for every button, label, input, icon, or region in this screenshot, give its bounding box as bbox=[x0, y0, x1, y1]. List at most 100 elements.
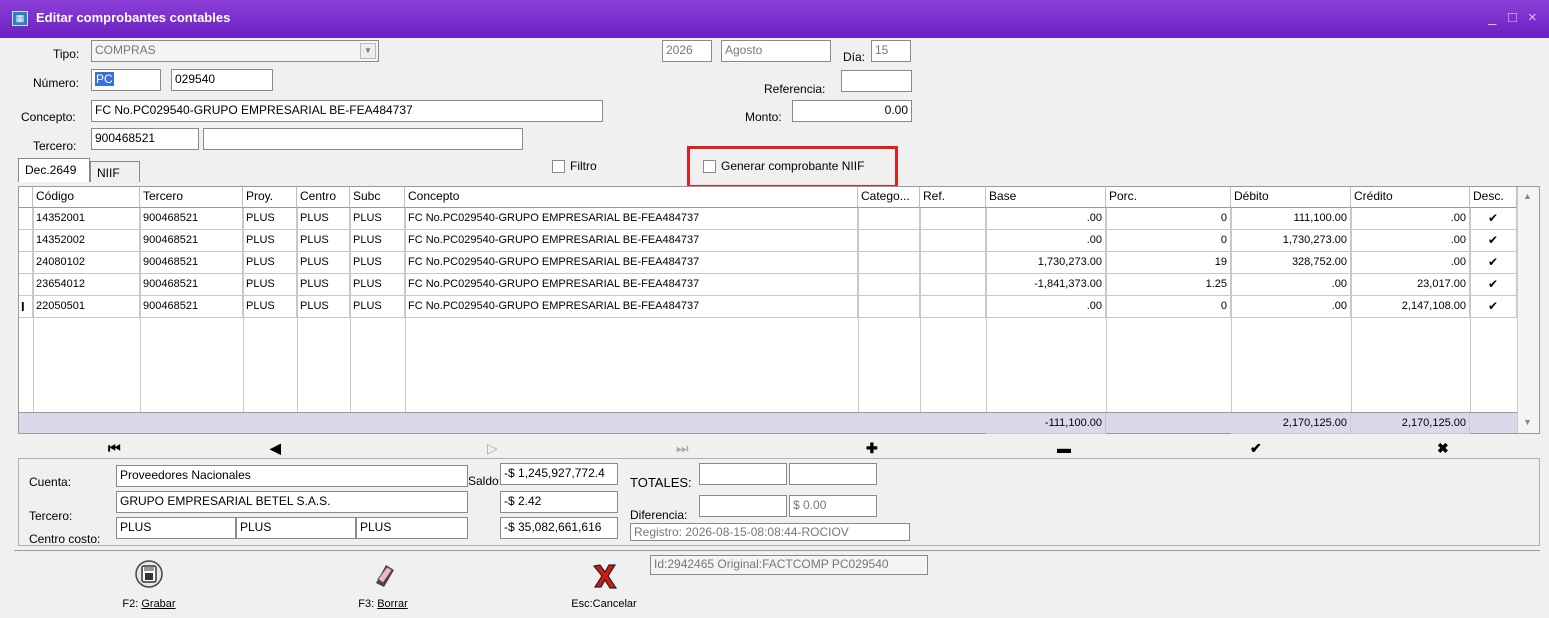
dia-field[interactable]: 15 bbox=[871, 40, 911, 62]
cell-desc-checkbox[interactable]: ✔ bbox=[1470, 296, 1517, 318]
cell-porc[interactable]: 19 bbox=[1106, 252, 1231, 274]
cell-subc[interactable]: PLUS bbox=[350, 230, 405, 252]
chevron-down-icon[interactable]: ▼ bbox=[360, 43, 376, 59]
cell-base[interactable]: .00 bbox=[986, 208, 1106, 230]
cell-codigo[interactable]: 23654012 bbox=[33, 274, 140, 296]
cell-tercero[interactable]: 900468521 bbox=[140, 296, 243, 318]
cell-subc[interactable]: PLUS bbox=[350, 252, 405, 274]
cell-base[interactable]: 1,730,273.00 bbox=[986, 252, 1106, 274]
header-categoria[interactable]: Catego... bbox=[858, 187, 920, 208]
cell-ref[interactable] bbox=[920, 252, 986, 274]
maximize-button[interactable]: □ bbox=[1508, 9, 1517, 26]
year-field[interactable]: 2026 bbox=[662, 40, 712, 62]
cell-desc-checkbox[interactable]: ✔ bbox=[1470, 274, 1517, 296]
cell-centro[interactable]: PLUS bbox=[297, 208, 350, 230]
cell-desc-checkbox[interactable]: ✔ bbox=[1470, 252, 1517, 274]
cell-concepto[interactable]: FC No.PC029540-GRUPO EMPRESARIAL BE-FEA4… bbox=[405, 274, 858, 296]
cell-ref[interactable] bbox=[920, 230, 986, 252]
monto-field[interactable]: 0.00 bbox=[792, 100, 912, 122]
cell-proy[interactable]: PLUS bbox=[243, 252, 297, 274]
scroll-up-icon[interactable]: ▲ bbox=[1523, 191, 1532, 201]
cell-codigo[interactable]: 14352002 bbox=[33, 230, 140, 252]
cell-centro[interactable]: PLUS bbox=[297, 230, 350, 252]
cell-credito[interactable]: 23,017.00 bbox=[1351, 274, 1470, 296]
close-button[interactable]: × bbox=[1528, 9, 1537, 26]
cell-subc[interactable]: PLUS bbox=[350, 208, 405, 230]
cell-subc[interactable]: PLUS bbox=[350, 274, 405, 296]
cell-porc[interactable]: 0 bbox=[1106, 208, 1231, 230]
cell-categoria[interactable] bbox=[858, 230, 920, 252]
tipo-select[interactable]: COMPRAS ▼ bbox=[91, 40, 379, 62]
cell-proy[interactable]: PLUS bbox=[243, 296, 297, 318]
header-subc[interactable]: Subc bbox=[350, 187, 405, 208]
cell-tercero[interactable]: 900468521 bbox=[140, 208, 243, 230]
header-debito[interactable]: Débito bbox=[1231, 187, 1351, 208]
concepto-field[interactable]: FC No.PC029540-GRUPO EMPRESARIAL BE-FEA4… bbox=[91, 100, 603, 122]
cell-proy[interactable]: PLUS bbox=[243, 274, 297, 296]
cell-categoria[interactable] bbox=[858, 296, 920, 318]
row-selector[interactable]: I bbox=[19, 296, 33, 318]
cell-ref[interactable] bbox=[920, 296, 986, 318]
numero-field[interactable]: 029540 bbox=[171, 69, 273, 91]
cancel-record-icon[interactable]: ✖ bbox=[1437, 440, 1449, 457]
cell-tercero[interactable]: 900468521 bbox=[140, 274, 243, 296]
tab-dec2649[interactable]: Dec.2649 bbox=[18, 158, 90, 182]
cell-tercero[interactable]: 900468521 bbox=[140, 230, 243, 252]
scroll-down-icon[interactable]: ▼ bbox=[1523, 417, 1532, 427]
cell-base[interactable]: .00 bbox=[986, 230, 1106, 252]
grid-scrollbar[interactable]: ▲ ▼ bbox=[1517, 187, 1539, 433]
tercero-name-field[interactable] bbox=[203, 128, 523, 150]
next-record-icon[interactable]: ▷ bbox=[487, 440, 498, 457]
cell-proy[interactable]: PLUS bbox=[243, 230, 297, 252]
entries-grid[interactable]: Código Tercero Proy. Centro Subc Concept… bbox=[18, 186, 1540, 434]
cell-centro[interactable]: PLUS bbox=[297, 274, 350, 296]
cell-tercero[interactable]: 900468521 bbox=[140, 252, 243, 274]
header-concepto[interactable]: Concepto bbox=[405, 187, 858, 208]
cell-debito[interactable]: .00 bbox=[1231, 296, 1351, 318]
header-credito[interactable]: Crédito bbox=[1351, 187, 1470, 208]
cell-ref[interactable] bbox=[920, 274, 986, 296]
cell-codigo[interactable]: 24080102 bbox=[33, 252, 140, 274]
header-tercero[interactable]: Tercero bbox=[140, 187, 243, 208]
header-porc[interactable]: Porc. bbox=[1106, 187, 1231, 208]
header-base[interactable]: Base bbox=[986, 187, 1106, 208]
cell-proy[interactable]: PLUS bbox=[243, 208, 297, 230]
header-codigo[interactable]: Código bbox=[33, 187, 140, 208]
cell-porc[interactable]: 0 bbox=[1106, 230, 1231, 252]
row-selector[interactable] bbox=[19, 274, 33, 296]
month-field[interactable]: Agosto bbox=[721, 40, 831, 62]
cell-centro[interactable]: PLUS bbox=[297, 252, 350, 274]
header-ref[interactable]: Ref. bbox=[920, 187, 986, 208]
numero-prefix-field[interactable]: PC bbox=[91, 69, 161, 91]
cell-categoria[interactable] bbox=[858, 252, 920, 274]
header-centro[interactable]: Centro bbox=[297, 187, 350, 208]
cell-base[interactable]: -1,841,373.00 bbox=[986, 274, 1106, 296]
row-selector[interactable] bbox=[19, 252, 33, 274]
tab-niif[interactable]: NIIF bbox=[90, 161, 140, 182]
last-record-icon[interactable]: ⏭ bbox=[676, 440, 689, 457]
cell-desc-checkbox[interactable]: ✔ bbox=[1470, 208, 1517, 230]
minimize-button[interactable]: _ bbox=[1488, 9, 1496, 26]
cell-concepto[interactable]: FC No.PC029540-GRUPO EMPRESARIAL BE-FEA4… bbox=[405, 208, 858, 230]
cell-credito[interactable]: .00 bbox=[1351, 208, 1470, 230]
cell-base[interactable]: .00 bbox=[986, 296, 1106, 318]
cell-porc[interactable]: 1.25 bbox=[1106, 274, 1231, 296]
cell-categoria[interactable] bbox=[858, 274, 920, 296]
cell-credito[interactable]: .00 bbox=[1351, 252, 1470, 274]
grabar-button[interactable]: F2: Grabar bbox=[114, 559, 184, 610]
cell-ref[interactable] bbox=[920, 208, 986, 230]
cancelar-button[interactable]: Esc:Cancelar bbox=[564, 561, 644, 610]
cell-debito[interactable]: 328,752.00 bbox=[1231, 252, 1351, 274]
cell-credito[interactable]: 2,147,108.00 bbox=[1351, 296, 1470, 318]
cell-centro[interactable]: PLUS bbox=[297, 296, 350, 318]
tercero-field[interactable]: 900468521 bbox=[91, 128, 199, 150]
cell-debito[interactable]: .00 bbox=[1231, 274, 1351, 296]
remove-record-icon[interactable]: ▬ bbox=[1057, 440, 1071, 456]
add-record-icon[interactable]: ✚ bbox=[866, 440, 878, 457]
header-proy[interactable]: Proy. bbox=[243, 187, 297, 208]
cell-concepto[interactable]: FC No.PC029540-GRUPO EMPRESARIAL BE-FEA4… bbox=[405, 296, 858, 318]
cell-concepto[interactable]: FC No.PC029540-GRUPO EMPRESARIAL BE-FEA4… bbox=[405, 252, 858, 274]
cell-porc[interactable]: 0 bbox=[1106, 296, 1231, 318]
cell-debito[interactable]: 111,100.00 bbox=[1231, 208, 1351, 230]
borrar-button[interactable]: F3: Borrar bbox=[348, 559, 418, 610]
